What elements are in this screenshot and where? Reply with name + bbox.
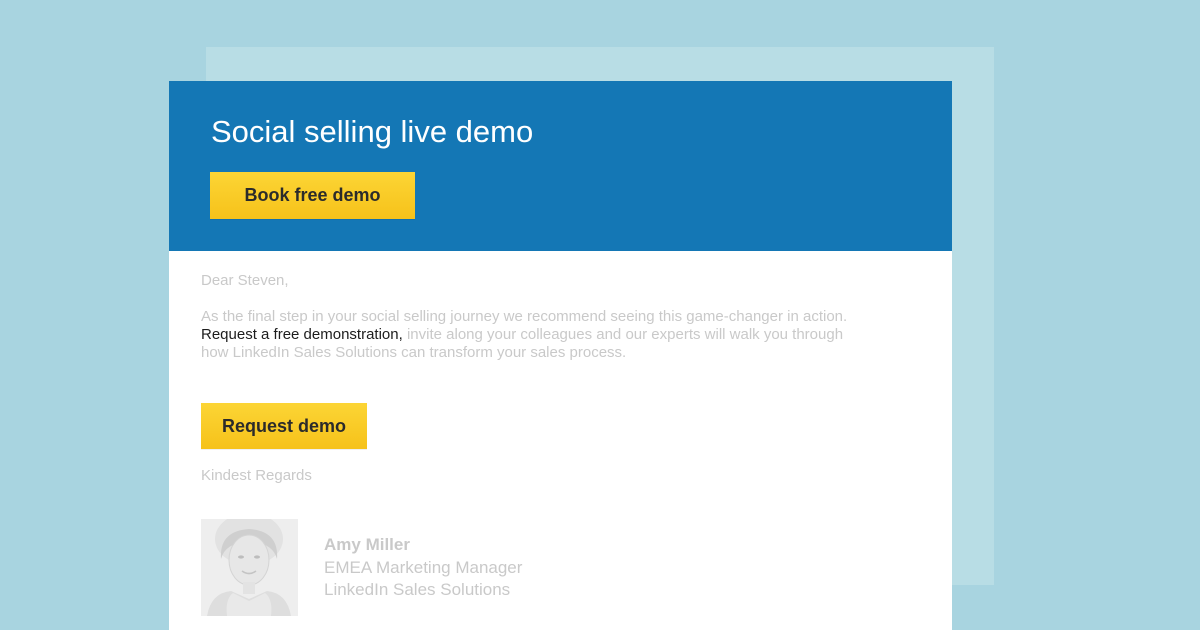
person-photo-icon [201, 519, 298, 616]
email-preview-card: Social selling live demo Book free demo … [169, 81, 952, 630]
request-demo-button[interactable]: Request demo [201, 403, 367, 449]
book-free-demo-button[interactable]: Book free demo [210, 172, 415, 219]
signature-company: LinkedIn Sales Solutions [324, 580, 511, 599]
body-text-before-link: As the final step in your social selling… [201, 308, 848, 325]
email-header-banner: Social selling live demo Book free demo [169, 81, 952, 251]
email-body-paragraph: As the final step in your social selling… [201, 308, 861, 362]
email-closing: Kindest Regards [201, 467, 312, 484]
email-header-title: Social selling live demo [211, 114, 534, 149]
request-free-demonstration-link[interactable]: Request a free demonstration, [201, 326, 403, 343]
signature-role: EMEA Marketing Manager [324, 558, 523, 577]
signature-name: Amy Miller [324, 535, 410, 554]
avatar [201, 519, 298, 616]
email-greeting: Dear Steven, [201, 272, 289, 289]
